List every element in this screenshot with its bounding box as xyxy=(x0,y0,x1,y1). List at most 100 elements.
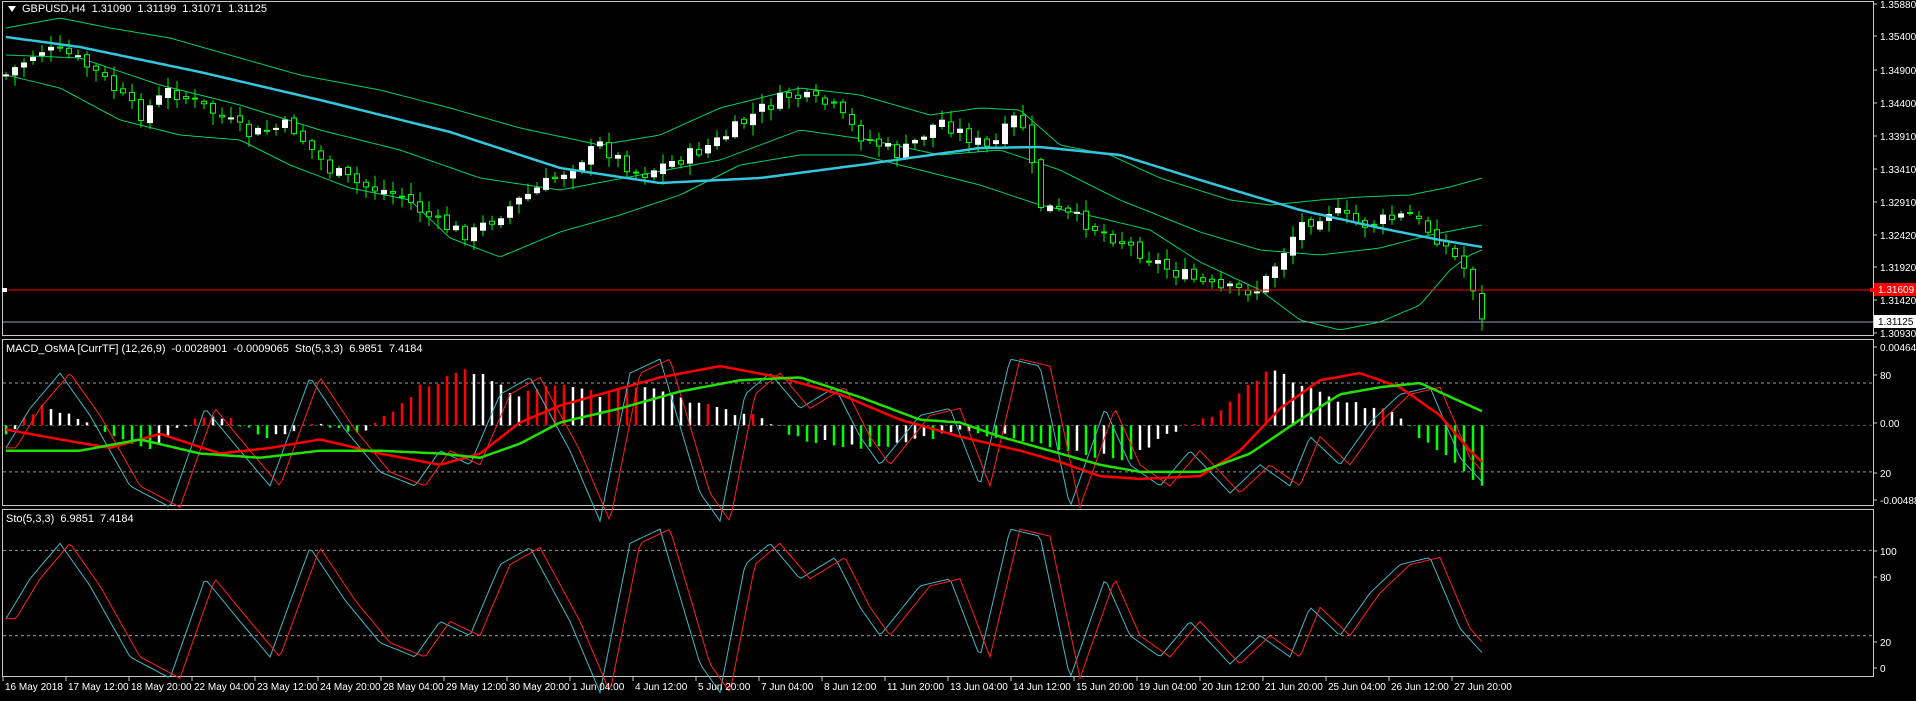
candle-body xyxy=(948,121,954,134)
time-axis-label: 1 Jun 04:00 xyxy=(572,682,625,693)
candle-body xyxy=(1470,268,1476,292)
candle-body xyxy=(678,160,684,165)
candle-body xyxy=(1029,124,1035,164)
macd-axis-label: 20 xyxy=(1880,469,1892,480)
candle-body xyxy=(462,225,468,241)
candle-body xyxy=(1317,221,1323,230)
candle-body xyxy=(273,127,279,130)
candle-body xyxy=(687,148,693,164)
candle-body xyxy=(1173,270,1179,278)
candle-body xyxy=(930,124,936,138)
candle-body xyxy=(570,170,576,179)
candle-body xyxy=(669,161,675,167)
candle-body xyxy=(138,99,144,121)
candle-body xyxy=(1425,220,1431,233)
candle-body xyxy=(1200,277,1206,282)
candle-body xyxy=(66,47,72,55)
low-price: 1.31071 xyxy=(182,3,223,15)
candle-body xyxy=(867,139,873,141)
price-axis-label: 1.35400 xyxy=(1880,32,1916,43)
candle-body xyxy=(633,171,639,174)
candle-body xyxy=(993,140,999,145)
candle-body xyxy=(912,139,918,144)
candle-body xyxy=(201,100,207,105)
candle-body xyxy=(750,113,756,126)
candle-body xyxy=(705,145,711,154)
metatrader-chart-window[interactable]: 1.35880 1.35400 1.34900 1.34400 1.33910 1.334… xyxy=(0,0,1916,696)
candle-body xyxy=(354,173,360,184)
price-axis-label: 1.33910 xyxy=(1880,132,1916,143)
candle-body xyxy=(3,74,9,77)
candle-body xyxy=(1011,115,1017,128)
candle-body xyxy=(552,176,558,180)
candle-body xyxy=(588,146,594,165)
candle-body xyxy=(291,117,297,135)
candle-body xyxy=(1146,260,1152,263)
stoch-value-1: 6.9851 xyxy=(60,513,94,525)
time-axis-label: 22 May 04:00 xyxy=(194,682,255,693)
candle-body xyxy=(1308,219,1314,227)
main-price-pane[interactable] xyxy=(2,17,1875,331)
candle-body xyxy=(1164,258,1170,270)
macd-value-1: -0.0028901 xyxy=(171,343,228,355)
candle-body xyxy=(156,95,162,105)
candle-body xyxy=(345,166,351,176)
candle-body xyxy=(777,92,783,109)
stoch-value-2: 7.4184 xyxy=(99,513,134,525)
candle-body xyxy=(1020,114,1026,129)
stoch-axis-label: 80 xyxy=(1880,573,1892,584)
chevron-down-icon[interactable] xyxy=(8,6,16,13)
macd-sto-value-1: 6.9851 xyxy=(349,343,383,355)
candle-body xyxy=(885,143,891,147)
macd-pane-frame xyxy=(2,339,1874,506)
bollinger-lower-band xyxy=(5,74,1483,331)
macd-osma-pane[interactable] xyxy=(3,358,1873,523)
current-price-marker-text: 1.31125 xyxy=(1878,317,1914,328)
candle-body xyxy=(57,46,63,49)
high-price: 1.31199 xyxy=(137,3,177,15)
time-axis-label: 8 Jun 12:00 xyxy=(824,682,877,693)
main-pane-frame xyxy=(2,1,1874,336)
time-axis-label: 24 May 20:00 xyxy=(320,682,381,693)
stoch-header: Sto(5,3,3) 6.9851 7.4184 xyxy=(6,513,140,525)
time-axis-label: 4 Jun 12:00 xyxy=(635,682,688,693)
time-axis-label: 7 Jun 04:00 xyxy=(761,682,814,693)
stochastic-pane[interactable] xyxy=(3,528,1873,695)
candle-body xyxy=(1002,123,1008,145)
candle-body xyxy=(561,174,567,180)
symbol-name: GBPUSD,H4 xyxy=(22,3,86,15)
time-axis-label: 14 Jun 12:00 xyxy=(1013,682,1071,693)
time-axis-label: 23 May 12:00 xyxy=(257,682,318,693)
candle-body xyxy=(1272,266,1278,278)
candle-body xyxy=(849,114,855,125)
candle-body xyxy=(21,62,27,68)
candle-body xyxy=(408,194,414,203)
candle-body xyxy=(1182,269,1188,280)
candle-body xyxy=(939,119,945,127)
candle-body xyxy=(597,141,603,147)
price-axis-label: 1.31920 xyxy=(1880,263,1916,274)
candle-body xyxy=(606,142,612,159)
candle-body xyxy=(840,101,846,114)
candle-body xyxy=(1407,212,1413,214)
stoch-axis-label: 0 xyxy=(1880,664,1886,675)
symbol-header: GBPUSD,H4 1.31090 1.31199 1.31071 1.31125 xyxy=(4,3,273,15)
candle-body xyxy=(210,102,216,114)
candle-body xyxy=(1236,283,1242,288)
open-price: 1.31090 xyxy=(91,3,132,15)
macd-sto-value-2: 7.4184 xyxy=(388,343,423,355)
candle-body xyxy=(435,215,441,218)
red-level-handle-left xyxy=(2,288,7,292)
candle-body xyxy=(615,154,621,159)
candle-body xyxy=(516,197,522,205)
time-axis-label: 13 Jun 04:00 xyxy=(950,682,1008,693)
stoch-signal-line xyxy=(6,528,1483,693)
candle-body xyxy=(237,115,243,123)
candle-body xyxy=(795,94,801,99)
candle-body xyxy=(1254,291,1260,294)
candle-body xyxy=(1245,289,1251,296)
candle-body xyxy=(696,148,702,156)
candle-body xyxy=(282,119,288,128)
time-axis-label: 16 May 2018 xyxy=(5,682,63,693)
candle-body xyxy=(804,91,810,98)
